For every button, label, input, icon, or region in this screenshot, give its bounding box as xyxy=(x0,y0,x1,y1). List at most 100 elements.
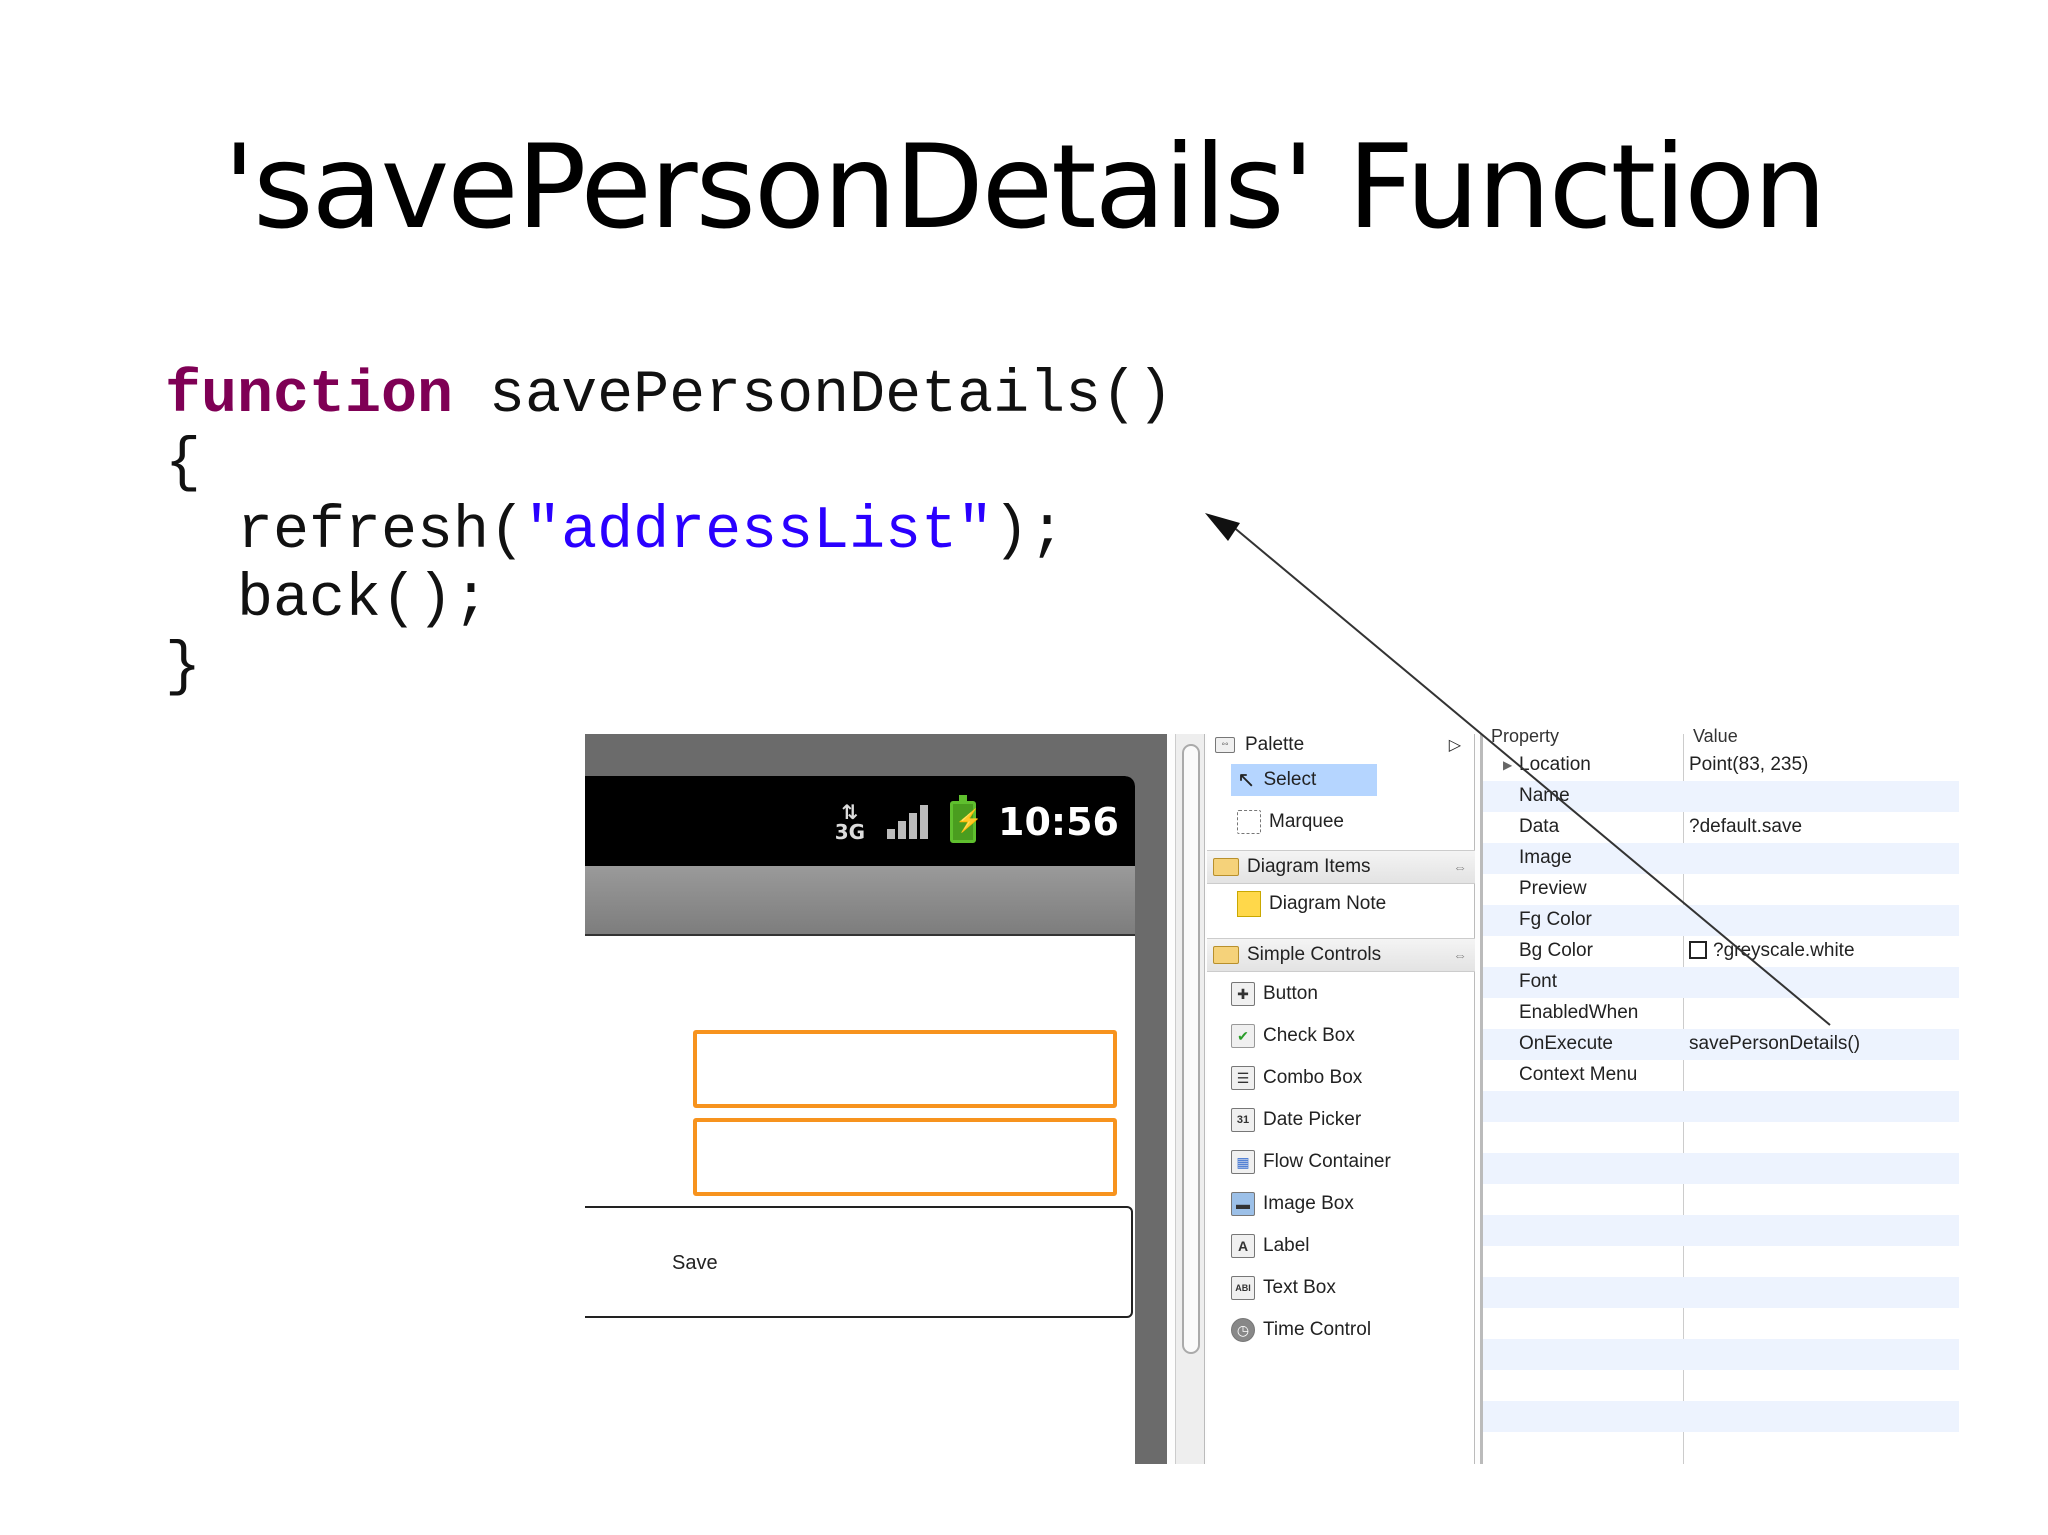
property-value: ?greyscale.white xyxy=(1713,940,1855,961)
label-icon: A xyxy=(1231,1234,1255,1258)
collapse-icon[interactable]: ⇔ xyxy=(1453,947,1467,963)
property-name: Name xyxy=(1519,785,1570,806)
property-value[interactable]: ?default.save xyxy=(1689,816,1802,838)
scroll-gutter xyxy=(1175,734,1205,1464)
property-row-location[interactable]: ▶ Location Point(83, 235) xyxy=(1483,750,1959,781)
arrow-head-icon xyxy=(1205,513,1240,541)
flow-container-icon: ▦ xyxy=(1231,1150,1255,1174)
signal-strength-icon xyxy=(887,805,929,839)
code-refresh-close: ); xyxy=(993,498,1066,566)
palette-item-diagram-note[interactable]: Diagram Note xyxy=(1231,888,1386,920)
palette-item-text-box[interactable]: ABI Text Box xyxy=(1231,1272,1336,1304)
status-icons: ⇅3G 10:56 xyxy=(835,794,1119,850)
code-line-1: function savePersonDetails() xyxy=(165,362,1173,430)
phone-emulator: ⇅3G 10:56 Save xyxy=(585,734,1167,1464)
palette-item-label-control[interactable]: A Label xyxy=(1231,1230,1310,1262)
network-3g-icon: ⇅ 3G xyxy=(834,800,866,844)
scrollbar-thumb[interactable] xyxy=(1182,744,1200,1354)
date-picker-icon: 31 xyxy=(1231,1108,1255,1132)
ide-screenshot: ⇅3G 10:56 Save ◦◦ Palette ▷ ↖ xyxy=(585,726,1965,1464)
property-row-font[interactable]: Font xyxy=(1483,967,1959,998)
palette-item-label: Check Box xyxy=(1263,1025,1355,1046)
palette-group-diagram-items[interactable]: Diagram Items ⇔ xyxy=(1207,850,1475,884)
property-row-fg-color[interactable]: Fg Color xyxy=(1483,905,1959,936)
palette-tool-marquee[interactable]: Marquee xyxy=(1231,806,1344,838)
folder-icon xyxy=(1213,946,1239,964)
code-refresh-call: refresh( xyxy=(165,498,526,566)
palette-item-label: Image Box xyxy=(1263,1193,1354,1214)
property-value-with-swatch[interactable]: ?greyscale.white xyxy=(1689,940,1855,962)
status-bar: ⇅3G 10:56 xyxy=(585,776,1135,866)
property-row-bg-color[interactable]: Bg Color ?greyscale.white xyxy=(1483,936,1959,967)
property-row-data[interactable]: Data ?default.save xyxy=(1483,812,1959,843)
palette-item-label: Button xyxy=(1263,983,1318,1004)
code-block: function savePersonDetails(){ refresh("a… xyxy=(165,362,1173,702)
property-value[interactable]: savePersonDetails() xyxy=(1689,1033,1860,1055)
palette-item-time-control[interactable]: ◷ Time Control xyxy=(1231,1314,1371,1346)
code-line-3: refresh("addressList"); xyxy=(165,498,1173,566)
property-row-on-execute[interactable]: OnExecute savePersonDetails() xyxy=(1483,1029,1959,1060)
palette-item-label: Date Picker xyxy=(1263,1109,1362,1130)
slide-title: 'savePersonDetails' Function xyxy=(223,120,1827,255)
cursor-icon: ↖ xyxy=(1237,767,1256,792)
palette-item-label: Diagram Note xyxy=(1269,893,1387,914)
empty-row xyxy=(1483,1153,1959,1184)
palette-group-simple-controls[interactable]: Simple Controls ⇔ xyxy=(1207,938,1475,972)
palette-item-combo-box[interactable]: ☰ Combo Box xyxy=(1231,1062,1362,1094)
value-column-header[interactable]: Value xyxy=(1693,726,1738,747)
property-name: Fg Color xyxy=(1519,909,1592,930)
checkbox-icon: ✔ xyxy=(1231,1024,1255,1048)
palette-item-label: Label xyxy=(1263,1235,1310,1256)
palette-item-label: Flow Container xyxy=(1263,1151,1391,1172)
palette-item-flow-container[interactable]: ▦ Flow Container xyxy=(1231,1146,1391,1178)
palette-panel: ◦◦ Palette ▷ ↖ Select Marquee Diagram It… xyxy=(1207,734,1475,1464)
palette-group-label: Simple Controls xyxy=(1247,944,1382,965)
palette-item-label: Text Box xyxy=(1263,1277,1336,1298)
property-name: Bg Color xyxy=(1519,940,1593,961)
property-row-image[interactable]: Image xyxy=(1483,843,1959,874)
code-function-signature: savePersonDetails() xyxy=(453,362,1174,430)
code-keyword: function xyxy=(165,362,454,430)
palette-item-button[interactable]: ✚ Button xyxy=(1231,978,1318,1010)
property-row-enabled-when[interactable]: EnabledWhen xyxy=(1483,998,1959,1029)
network-label: 3G xyxy=(834,820,866,844)
palette-item-date-picker[interactable]: 31 Date Picker xyxy=(1231,1104,1361,1136)
palette-item-label: Time Control xyxy=(1263,1319,1372,1340)
property-value[interactable]: Point(83, 235) xyxy=(1689,754,1808,776)
property-name: Font xyxy=(1519,971,1558,992)
status-clock: 10:56 xyxy=(998,800,1119,844)
palette-item-image-box[interactable]: ▬ Image Box xyxy=(1231,1188,1354,1220)
code-line-5: } xyxy=(165,634,202,702)
empty-row xyxy=(1483,1277,1959,1308)
palette-tool-label: Select xyxy=(1263,769,1317,790)
palette-tool-select[interactable]: ↖ Select xyxy=(1231,764,1377,796)
save-button-label: Save xyxy=(672,1252,718,1274)
palette-group-label: Diagram Items xyxy=(1247,856,1371,877)
empty-row xyxy=(1483,1401,1959,1432)
palette-item-check-box[interactable]: ✔ Check Box xyxy=(1231,1020,1355,1052)
palette-header: ◦◦ Palette ▷ xyxy=(1207,734,1475,756)
text-field-2[interactable] xyxy=(693,1118,1117,1196)
palette-expand-icon[interactable]: ▷ xyxy=(1449,735,1461,755)
empty-row xyxy=(1483,1215,1959,1246)
property-column-header[interactable]: Property xyxy=(1491,726,1559,747)
property-name: Context Menu xyxy=(1519,1064,1638,1085)
property-row-preview[interactable]: Preview xyxy=(1483,874,1959,905)
save-button[interactable]: Save xyxy=(585,1206,1133,1318)
empty-row xyxy=(1483,1091,1959,1122)
property-name: Location xyxy=(1519,754,1591,775)
expand-icon[interactable]: ▶ xyxy=(1503,758,1512,772)
property-name: OnExecute xyxy=(1519,1033,1613,1054)
text-box-icon: ABI xyxy=(1231,1276,1255,1300)
time-control-icon: ◷ xyxy=(1231,1318,1255,1342)
collapse-icon[interactable]: ⇔ xyxy=(1453,859,1467,875)
image-box-icon: ▬ xyxy=(1231,1192,1255,1216)
property-name: EnabledWhen xyxy=(1519,1002,1639,1023)
property-row-name[interactable]: Name xyxy=(1483,781,1959,812)
property-row-context-menu[interactable]: Context Menu xyxy=(1483,1060,1959,1091)
code-string-literal: "addressList" xyxy=(525,498,994,566)
property-name: Preview xyxy=(1519,878,1587,899)
code-line-2: { xyxy=(165,430,202,498)
text-field-1[interactable] xyxy=(693,1030,1117,1108)
properties-panel: Property Value ▶ Location Point(83, 235)… xyxy=(1480,726,1965,1464)
